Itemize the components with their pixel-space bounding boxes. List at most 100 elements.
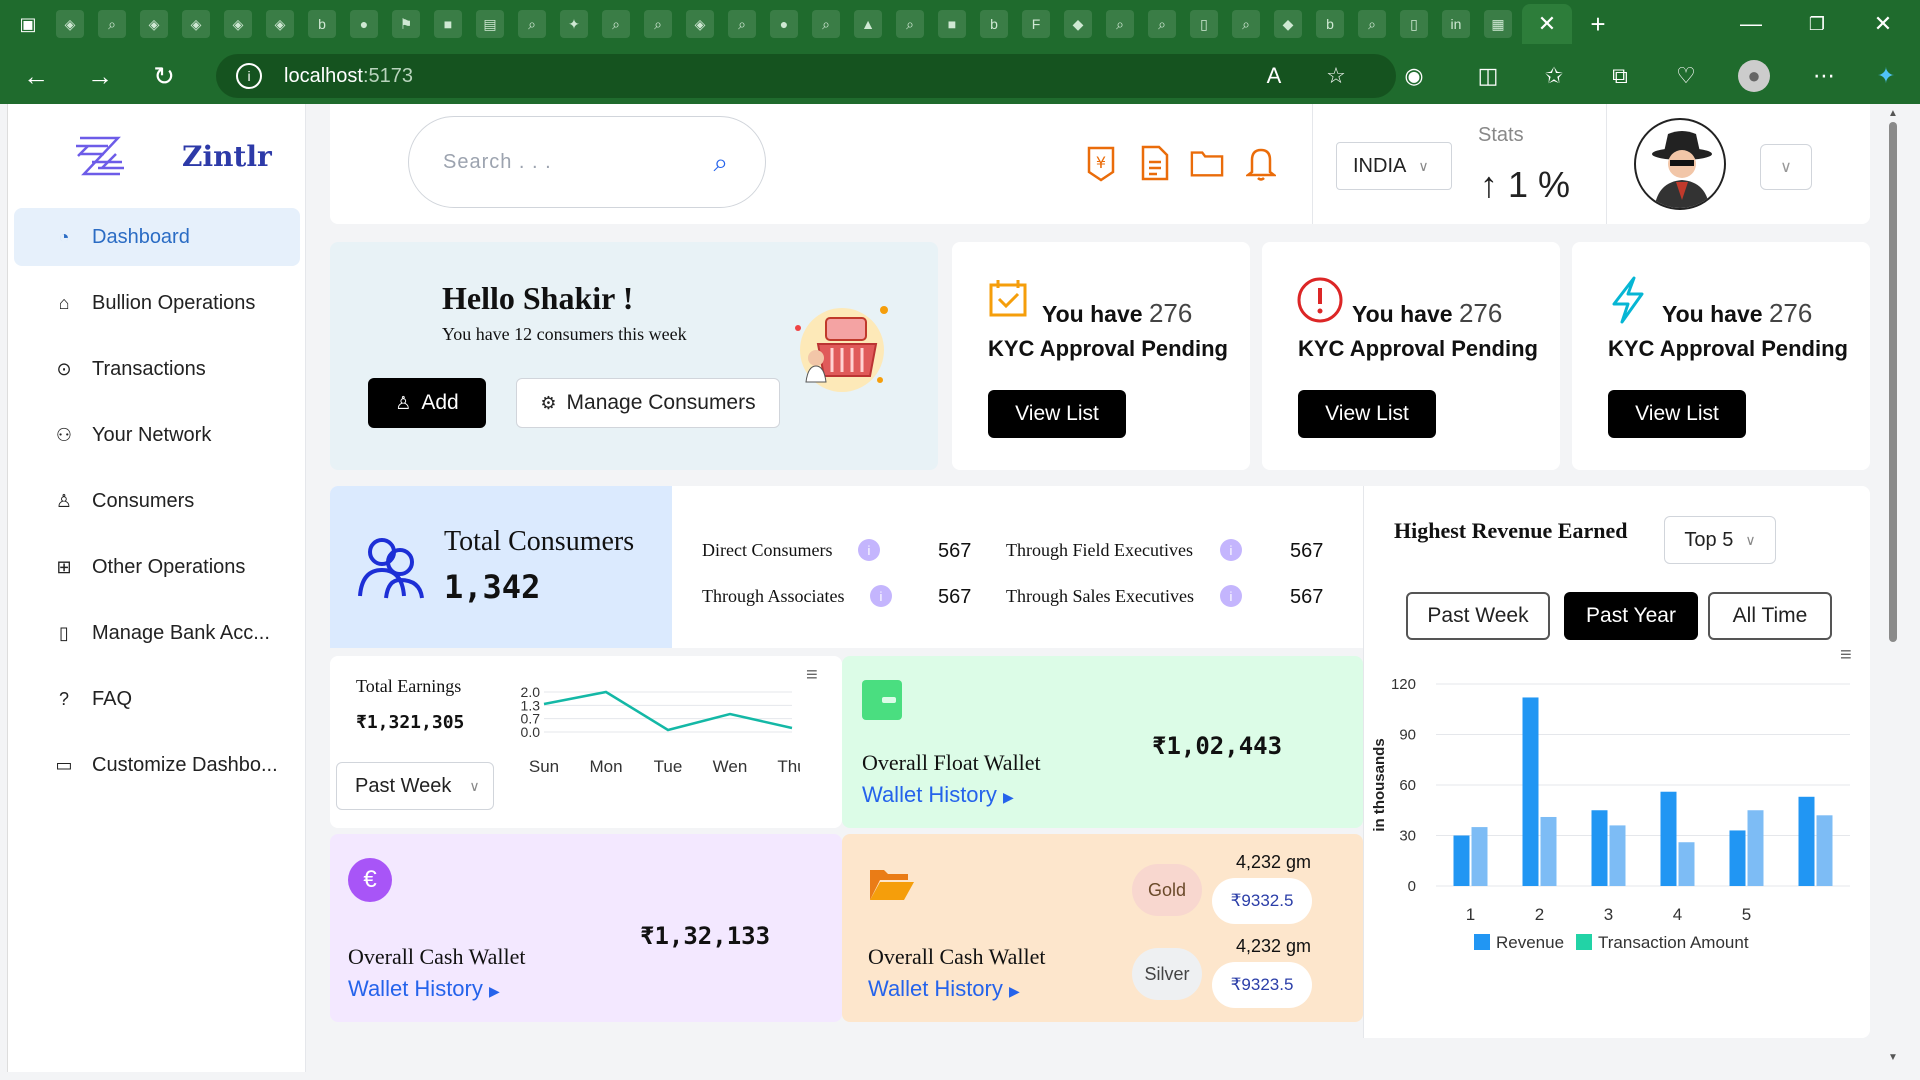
- info-icon[interactable]: i: [870, 585, 892, 607]
- tab-favicon-icon[interactable]: ◈: [140, 10, 168, 38]
- tab-favicon-icon[interactable]: ■: [434, 10, 462, 38]
- metal-wallet-link[interactable]: Wallet History ▶: [868, 976, 1020, 1002]
- tab-favicon-icon[interactable]: ●: [770, 10, 798, 38]
- tab-actions-icon[interactable]: ▣: [14, 10, 42, 38]
- scroll-down-icon[interactable]: ▼: [1888, 1052, 1898, 1063]
- filter-past-year[interactable]: Past Year: [1564, 592, 1698, 640]
- restore-icon[interactable]: ❐: [1782, 0, 1852, 48]
- tab-favicon-icon[interactable]: ⌕: [98, 10, 126, 38]
- tab-favicon-icon[interactable]: in: [1442, 10, 1470, 38]
- tab-favicon-icon[interactable]: ◈: [224, 10, 252, 38]
- refresh-icon[interactable]: ↻: [136, 48, 192, 104]
- tab-favicon-icon[interactable]: ◈: [686, 10, 714, 38]
- sidebar-item-customize-dashboard[interactable]: ▭ Customize Dashbo...: [14, 736, 300, 794]
- sidebar-item-faq[interactable]: ? FAQ: [14, 670, 300, 728]
- view-list-button[interactable]: View List: [1608, 390, 1746, 438]
- tab-favicon-icon[interactable]: ▦: [1484, 10, 1512, 38]
- tab-favicon-icon[interactable]: ⚑: [392, 10, 420, 38]
- scrollbar[interactable]: ▲ ▼: [1886, 104, 1900, 1072]
- tab-favicon-icon[interactable]: ⌕: [1148, 10, 1176, 38]
- sidebar-item-consumers[interactable]: ♙ Consumers: [14, 472, 300, 530]
- sidebar-item-dashboard[interactable]: ◔ Dashboard: [14, 208, 300, 266]
- scroll-up-icon[interactable]: ▲: [1888, 108, 1898, 119]
- add-button[interactable]: ♙ Add: [368, 378, 486, 428]
- tab-favicon-icon[interactable]: ◈: [182, 10, 210, 38]
- tab-favicon-icon[interactable]: ⌕: [644, 10, 672, 38]
- back-icon[interactable]: ←: [8, 48, 64, 104]
- tab-favicon-icon[interactable]: ✦: [560, 10, 588, 38]
- tab-favicon-icon[interactable]: F: [1022, 10, 1050, 38]
- sidebar-item-other-operations[interactable]: ⊞ Other Operations: [14, 538, 300, 596]
- info-icon[interactable]: i: [858, 539, 880, 561]
- tab-favicon-icon[interactable]: ◈: [266, 10, 294, 38]
- tab-favicon-icon[interactable]: ■: [938, 10, 966, 38]
- info-icon[interactable]: i: [1220, 539, 1242, 561]
- currency-icon[interactable]: ¥: [1084, 144, 1118, 182]
- close-window-icon[interactable]: ✕: [1848, 0, 1918, 48]
- view-list-button[interactable]: View List: [1298, 390, 1436, 438]
- profile-icon[interactable]: ●: [1738, 60, 1770, 92]
- logo[interactable]: Zintlr: [72, 128, 272, 184]
- tab-favicon-icon[interactable]: ⌕: [812, 10, 840, 38]
- favorite-star-icon[interactable]: ☆: [1320, 60, 1352, 92]
- sidebar-item-transactions[interactable]: ⊙ Transactions: [14, 340, 300, 398]
- close-tab-icon[interactable]: ✕: [1522, 4, 1572, 44]
- split-screen-icon[interactable]: ◫: [1472, 60, 1504, 92]
- tab-favicon-icon[interactable]: b: [980, 10, 1008, 38]
- tab-favicon-icon[interactable]: ◈: [56, 10, 84, 38]
- tab-favicon-icon[interactable]: ◆: [1064, 10, 1092, 38]
- url-field[interactable]: i localhost:5173: [216, 54, 1396, 98]
- bell-icon[interactable]: [1244, 144, 1278, 182]
- tab-favicon-icon[interactable]: ▤: [476, 10, 504, 38]
- tab-favicon-icon[interactable]: ◆: [1274, 10, 1302, 38]
- legend-label: Revenue: [1496, 933, 1564, 952]
- read-aloud-icon[interactable]: A: [1258, 60, 1290, 92]
- tab-favicon-icon[interactable]: ⌕: [518, 10, 546, 38]
- earnings-period-select[interactable]: Past Week ∨: [336, 762, 494, 810]
- minimize-icon[interactable]: —: [1716, 0, 1786, 48]
- avatar[interactable]: [1634, 118, 1726, 210]
- chart-menu-icon[interactable]: ≡: [806, 665, 832, 688]
- tab-favicon-icon[interactable]: b: [308, 10, 336, 38]
- tab-favicon-icon[interactable]: ●: [350, 10, 378, 38]
- sidebar-item-your-network[interactable]: ⚇ Your Network: [14, 406, 300, 464]
- new-tab-icon[interactable]: +: [1584, 9, 1612, 39]
- copilot-icon[interactable]: ✦: [1870, 60, 1902, 92]
- search-icon[interactable]: ⌕: [713, 147, 729, 179]
- kyc-count: 276: [1148, 298, 1193, 328]
- tab-favicon-icon[interactable]: ▯: [1400, 10, 1428, 38]
- folder-icon[interactable]: [1190, 144, 1224, 182]
- manage-consumers-button[interactable]: ⚙ Manage Consumers: [516, 378, 780, 428]
- collections-icon[interactable]: ⧉: [1604, 60, 1636, 92]
- favorites-icon[interactable]: ✩: [1538, 60, 1570, 92]
- tab-favicon-icon[interactable]: ⌕: [728, 10, 756, 38]
- more-icon[interactable]: ⋯: [1808, 60, 1840, 92]
- info-icon[interactable]: i: [1220, 585, 1242, 607]
- tab-favicon-icon[interactable]: ⌕: [1106, 10, 1134, 38]
- extension-icon[interactable]: ◉: [1398, 60, 1430, 92]
- tab-favicon-icon[interactable]: ⌕: [602, 10, 630, 38]
- scrollbar-thumb[interactable]: [1889, 122, 1897, 642]
- tab-favicon-icon[interactable]: ⌕: [1358, 10, 1386, 38]
- tab-favicon-icon[interactable]: ▲: [854, 10, 882, 38]
- filter-all-time[interactable]: All Time: [1708, 592, 1832, 640]
- cash-wallet-link[interactable]: Wallet History ▶: [348, 976, 500, 1002]
- profile-dropdown-button[interactable]: ∨: [1760, 144, 1812, 190]
- tab-favicon-icon[interactable]: ⌕: [1232, 10, 1260, 38]
- tab-favicon-icon[interactable]: ⌕: [896, 10, 924, 38]
- search-input[interactable]: Search . . . ⌕: [408, 116, 766, 208]
- site-info-icon[interactable]: i: [236, 63, 262, 89]
- float-wallet-link[interactable]: Wallet History ▶: [862, 782, 1014, 808]
- tab-favicon-icon[interactable]: ▯: [1190, 10, 1218, 38]
- forward-icon[interactable]: →: [72, 48, 128, 104]
- tab-favicon-icon[interactable]: b: [1316, 10, 1344, 38]
- url-host: localhost: [284, 64, 363, 87]
- sidebar-item-bullion-operations[interactable]: ⌂ Bullion Operations: [14, 274, 300, 332]
- performance-icon[interactable]: ♡: [1670, 60, 1702, 92]
- view-list-button[interactable]: View List: [988, 390, 1126, 438]
- filter-past-week[interactable]: Past Week: [1406, 592, 1550, 640]
- document-icon[interactable]: [1138, 144, 1172, 182]
- top-select[interactable]: Top 5 ∨: [1664, 516, 1776, 564]
- sidebar-item-manage-bank[interactable]: ▯ Manage Bank Acc...: [14, 604, 300, 662]
- country-select[interactable]: INDIA ∨: [1336, 142, 1452, 190]
